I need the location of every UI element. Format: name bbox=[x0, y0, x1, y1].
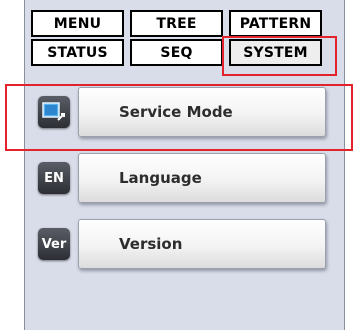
language-row: EN Language bbox=[38, 153, 328, 203]
version-button[interactable]: Version bbox=[78, 219, 326, 269]
version-row: Ver Version bbox=[38, 219, 328, 269]
tab-menu[interactable]: MENU bbox=[31, 10, 124, 37]
tab-pattern[interactable]: PATTERN bbox=[229, 10, 322, 37]
tab-bar: MENU TREE PATTERN STATUS SEQ SYSTEM bbox=[31, 10, 331, 74]
language-icon[interactable]: EN bbox=[38, 162, 70, 194]
service-mode-row: Service Mode bbox=[38, 87, 328, 137]
language-button[interactable]: Language bbox=[78, 153, 326, 203]
tab-seq[interactable]: SEQ bbox=[130, 39, 223, 66]
version-icon-label: Ver bbox=[41, 236, 67, 252]
service-mode-icon[interactable] bbox=[38, 96, 70, 128]
tab-status[interactable]: STATUS bbox=[31, 39, 124, 66]
service-mode-button[interactable]: Service Mode bbox=[78, 87, 326, 137]
monitor-arrow-icon bbox=[42, 102, 65, 121]
language-icon-label: EN bbox=[44, 170, 64, 186]
tab-system[interactable]: SYSTEM bbox=[229, 39, 322, 66]
version-icon[interactable]: Ver bbox=[38, 228, 70, 260]
tab-tree[interactable]: TREE bbox=[130, 10, 223, 37]
